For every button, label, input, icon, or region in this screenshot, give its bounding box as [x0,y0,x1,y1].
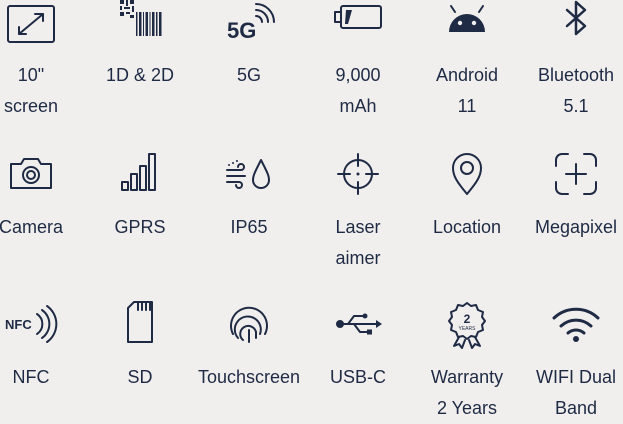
feature-label-line2: screen [3,96,59,116]
feature-label-line1: Megapixel [534,217,618,237]
bluetooth-icon [548,0,604,46]
feature-label-line1: 10" [17,65,45,85]
feature-label-line1: Android [435,65,499,85]
feature-label-line1: Location [432,217,502,237]
feature-label-line1: 1D & 2D [105,65,175,85]
location-pin-icon [439,148,495,200]
qr-barcode-icon [112,0,168,46]
battery-icon [330,0,386,48]
feature-label-line1: GPRS [114,217,166,237]
feature-label-line1: USB-C [329,367,386,387]
sd-card-icon [112,298,168,350]
feature-label-line1: 9,000 [335,65,381,85]
warranty-icon-subtext: YEARS [459,326,477,332]
feature-label-line1: Camera [0,217,64,237]
tablet-screen-icon [3,0,59,52]
fingerprint-icon [221,298,277,350]
feature-label-line2: Band [554,398,598,418]
camera-icon [3,148,59,200]
focus-plus-icon [548,148,604,200]
feature-label-line2: aimer [335,248,381,268]
wifi-icon [548,298,604,350]
5g-signal-icon: 5G [221,0,277,48]
signal-bars-icon [112,148,168,200]
feature-label-line2: 2 Years [436,398,498,418]
warranty-icon-number: 2 [464,312,471,326]
feature-label-line1: Warranty [430,367,504,387]
feature-label-line1: IP65 [230,217,268,237]
dust-water-icon [221,148,277,200]
nfc-icon: NFC [3,298,59,350]
usb-icon [330,298,386,350]
nfc-icon-text: NFC [5,317,32,332]
warranty-badge-icon: 2 YEARS [439,298,495,350]
feature-label-line1: NFC [12,367,50,387]
crosshair-icon [330,148,386,200]
feature-label-line1: Touchscreen [197,367,301,387]
feature-label-line2: 5.1 [563,96,589,116]
feature-label-line1: WIFI Dual [535,367,616,387]
feature-label-line2: 11 [457,96,477,116]
feature-label-line1: Bluetooth [537,65,615,85]
feature-label-line1: 5G [236,65,261,85]
feature-label-line1: Laser [335,217,381,237]
feature-label-line1: SD [127,367,153,387]
5g-icon-text: 5G [227,18,256,43]
android-icon [439,0,495,46]
feature-label-line2: mAh [339,96,377,116]
